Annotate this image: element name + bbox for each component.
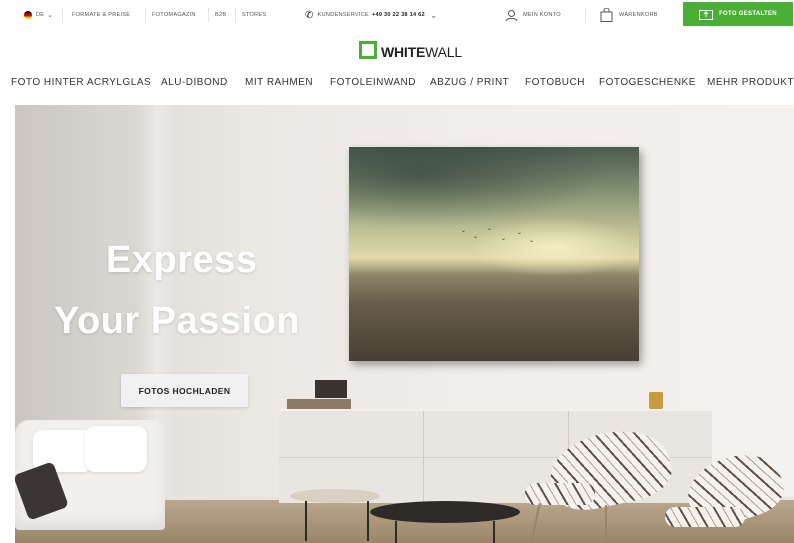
nav-alu-dibond[interactable]: ALU-DIBOND xyxy=(161,75,228,91)
account-link[interactable]: MEIN KONTO xyxy=(505,0,561,30)
cta-label: FOTO GESTALTEN xyxy=(719,11,777,17)
nav-fotobuch[interactable]: FOTOBUCH xyxy=(525,75,585,91)
nav-mehr-produkte[interactable]: MEHR PRODUKTE xyxy=(707,75,794,91)
hero-wall-photo: ⌄ ⌄ ⌄ ⌄ ⌄ ⌄ xyxy=(349,147,639,361)
user-icon xyxy=(505,9,518,21)
chevron-down-icon: ⌄ xyxy=(429,9,438,20)
whitewall-logo[interactable]: WHITEWALL xyxy=(359,37,462,59)
logo-text-wall: WALL xyxy=(425,44,462,60)
chevron-down-icon: ⌄ xyxy=(47,12,54,19)
account-label: MEIN KONTO xyxy=(523,12,561,18)
bird-shape: ⌄ xyxy=(517,230,523,236)
hero-headline-line2: Your Passion xyxy=(54,300,301,342)
logo-text-white: WHITE xyxy=(381,44,426,60)
link-fotomagazin[interactable]: FOTOMAGAZIN xyxy=(152,0,196,30)
bird-shape: ⌄ xyxy=(529,238,535,244)
service-phone: +49 30 22 38 14 62 xyxy=(371,12,425,18)
language-label: DE xyxy=(36,12,45,18)
logo-square-icon xyxy=(359,41,377,59)
phone-icon: ✆ xyxy=(305,9,314,21)
bird-shape: ⌄ xyxy=(473,234,479,240)
nav-mit-rahmen[interactable]: MIT RAHMEN xyxy=(245,75,313,91)
bag-icon xyxy=(600,8,613,22)
bird-shape: ⌄ xyxy=(501,236,507,242)
flag-de-icon xyxy=(24,11,32,19)
bird-shape: ⌄ xyxy=(487,226,493,232)
customer-service[interactable]: ✆ KUNDENSERVICE +49 30 22 38 14 62 ⌄ xyxy=(305,0,438,30)
hero-headline-line1: Express xyxy=(106,239,258,281)
book-stack xyxy=(315,380,347,398)
link-formate-preise[interactable]: FORMATE & PREISE xyxy=(72,0,130,30)
design-photo-button[interactable]: FOTO GESTALTEN xyxy=(683,2,793,26)
frame-upload-icon xyxy=(699,10,714,20)
cart-link[interactable]: WARENKORB xyxy=(600,0,658,30)
nav-foto-hinter-acrylglas[interactable]: FOTO HINTER ACRYLGLAS xyxy=(11,75,151,91)
hero-banner: ⌄ ⌄ ⌄ ⌄ ⌄ ⌄ Express Your Passion FOTOS H… xyxy=(15,105,794,543)
top-utility-bar: DE ⌄ FORMATE & PREISE FOTOMAGAZIN B2B ST… xyxy=(0,0,794,30)
language-selector[interactable]: DE ⌄ xyxy=(24,0,53,30)
service-label: KUNDENSERVICE xyxy=(317,12,369,18)
cart-label: WARENKORB xyxy=(619,12,658,18)
link-b2b[interactable]: B2B xyxy=(215,0,226,30)
nav-abzug-print[interactable]: ABZUG / PRINT xyxy=(430,75,509,91)
bird-shape: ⌄ xyxy=(461,228,467,234)
book-stack xyxy=(287,399,351,409)
decor-vase xyxy=(649,392,663,409)
coffee-table xyxy=(370,501,520,523)
nav-fotoleinwand[interactable]: FOTOLEINWAND xyxy=(330,75,416,91)
upload-photos-button[interactable]: FOTOS HOCHLADEN xyxy=(121,374,248,407)
link-stores[interactable]: STORES xyxy=(242,0,266,30)
nav-fotogeschenke[interactable]: FOTOGESCHENKE xyxy=(599,75,696,91)
